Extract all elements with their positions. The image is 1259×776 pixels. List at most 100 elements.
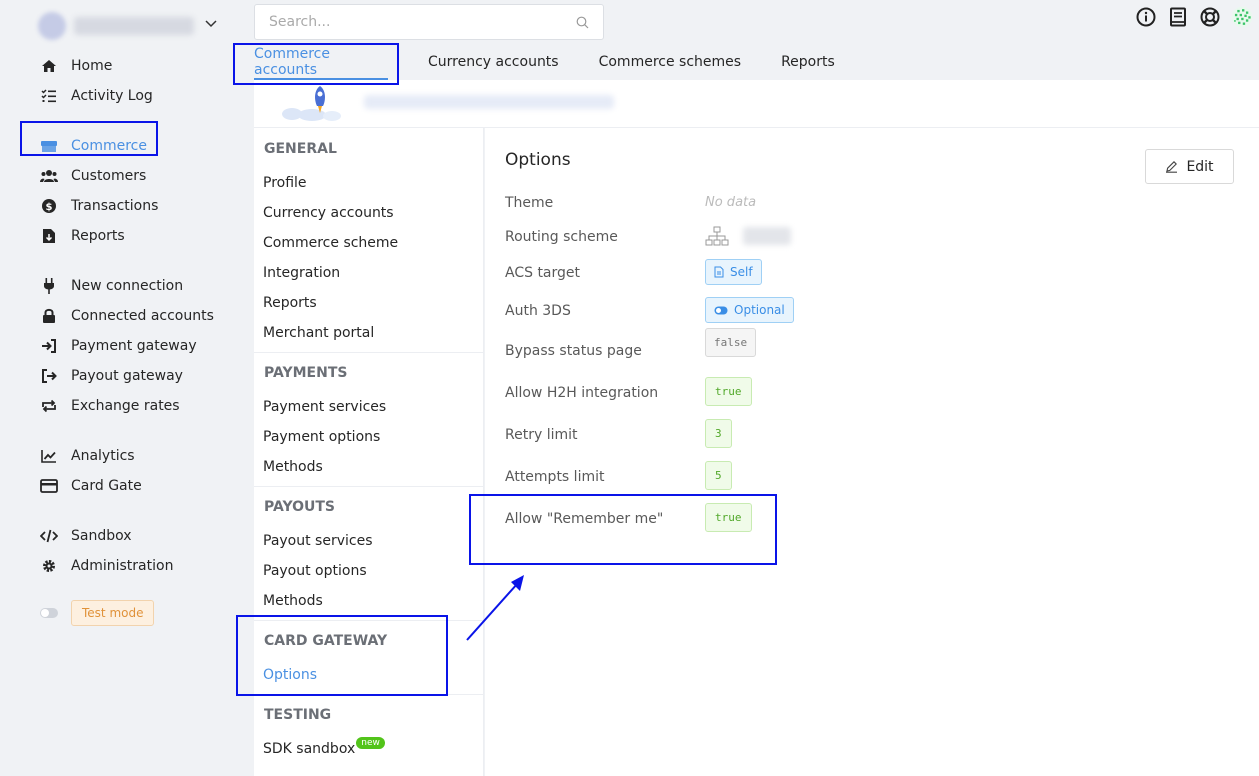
- sidebar-item-label: Payment gateway: [71, 338, 197, 354]
- menu-divider: [254, 486, 484, 487]
- sidebar-item-sandbox[interactable]: Sandbox: [40, 521, 132, 551]
- sidebar-item-activity-log[interactable]: Activity Log: [40, 81, 153, 111]
- sign-out-icon: [40, 367, 58, 385]
- auth-3ds-value: Optional: [734, 303, 785, 317]
- menu-item-currency-accounts[interactable]: Currency accounts: [263, 205, 394, 221]
- dollar-circle-icon: $: [40, 197, 58, 215]
- menu-item-payment-options[interactable]: Payment options: [263, 429, 380, 445]
- menu-item-sdk-sandbox[interactable]: SDK sandbox new: [263, 737, 385, 757]
- sidebar-item-label: Customers: [71, 168, 147, 184]
- sidebar-item-label: New connection: [71, 278, 184, 294]
- svg-text:$: $: [46, 202, 53, 213]
- sidebar-item-connected-accounts[interactable]: Connected accounts: [40, 301, 214, 331]
- option-value-auth-3ds: Optional: [705, 297, 794, 323]
- search-input[interactable]: [269, 14, 576, 30]
- toggle-switch[interactable]: [40, 608, 58, 618]
- info-icon[interactable]: [1135, 6, 1157, 28]
- sidebar-item-home[interactable]: Home: [40, 51, 112, 81]
- sidebar-item-card-gate[interactable]: Card Gate: [40, 471, 142, 501]
- edit-button[interactable]: Edit: [1145, 149, 1234, 184]
- user-avatar-icon[interactable]: [1231, 6, 1253, 28]
- option-label-attempts-limit: Attempts limit: [505, 469, 605, 485]
- option-label-bypass-status-page: Bypass status page: [505, 343, 642, 359]
- sidebar-item-label: Transactions: [71, 198, 159, 214]
- account-name: [74, 17, 194, 35]
- option-label-retry-limit: Retry limit: [505, 427, 578, 443]
- gear-icon: [40, 557, 58, 575]
- tab-reports[interactable]: Reports: [781, 44, 835, 80]
- code-icon: [40, 527, 58, 545]
- rocket-illustration-icon: [282, 86, 341, 121]
- routing-scheme-name-blurred: [743, 227, 792, 245]
- option-value-routing-scheme: [705, 226, 792, 246]
- sidebar-item-transactions[interactable]: $ Transactions: [40, 191, 158, 221]
- toggle-icon: [714, 306, 728, 314]
- account-switcher[interactable]: [18, 6, 220, 46]
- menu-item-profile[interactable]: Profile: [263, 175, 307, 191]
- bypass-status-value: false: [705, 328, 757, 357]
- annotation-box-card-gateway: [236, 615, 448, 696]
- tab-commerce-schemes[interactable]: Commerce schemes: [599, 44, 741, 80]
- sidebar-item-reports[interactable]: Reports: [40, 221, 125, 251]
- option-value-theme: No data: [705, 195, 757, 210]
- menu-section-testing: TESTING: [264, 707, 332, 723]
- list-check-icon: [40, 87, 58, 105]
- menu-section-payouts: PAYOUTS: [264, 499, 336, 515]
- chevron-down-icon: [205, 20, 217, 28]
- sidebar-item-exchange-rates[interactable]: Exchange rates: [40, 391, 180, 421]
- menu-section-general: GENERAL: [264, 141, 337, 157]
- menu-item-label: SDK sandbox: [263, 741, 356, 757]
- plug-icon: [40, 277, 58, 295]
- lock-icon: [40, 307, 58, 325]
- sign-in-icon: [40, 337, 58, 355]
- option-label-auth-3ds: Auth 3DS: [505, 303, 571, 319]
- sidebar-item-analytics[interactable]: Analytics: [40, 441, 135, 471]
- option-value-bypass-status-page: false: [705, 328, 757, 357]
- sidebar-item-payment-gateway[interactable]: Payment gateway: [40, 331, 197, 361]
- option-label-acs-target: ACS target: [505, 265, 581, 281]
- acs-target-value: Self: [730, 265, 753, 279]
- sidebar-item-administration[interactable]: Administration: [40, 551, 173, 581]
- top-toolbar: [1135, 6, 1253, 28]
- account-banner: [254, 80, 1259, 128]
- auth-3ds-tag: Optional: [705, 297, 794, 323]
- sidebar-item-payout-gateway[interactable]: Payout gateway: [40, 361, 183, 391]
- option-label-allow-h2h: Allow H2H integration: [505, 385, 659, 401]
- menu-item-payout-methods[interactable]: Methods: [263, 593, 323, 609]
- sidebar-item-label: Exchange rates: [71, 398, 180, 414]
- lifebuoy-icon[interactable]: [1199, 6, 1221, 28]
- exchange-icon: [40, 397, 58, 415]
- sidebar-item-label: Activity Log: [71, 88, 153, 104]
- menu-item-integration[interactable]: Integration: [263, 265, 340, 281]
- annotation-box-tab: [233, 43, 399, 85]
- menu-item-merchant-portal[interactable]: Merchant portal: [263, 325, 374, 341]
- sidebar-item-label: Card Gate: [71, 478, 142, 494]
- allow-h2h-value: true: [705, 377, 752, 406]
- menu-item-payout-services[interactable]: Payout services: [263, 533, 373, 549]
- sidebar-item-customers[interactable]: Customers: [40, 161, 146, 191]
- sidebar-item-label: Reports: [71, 228, 125, 244]
- attempts-limit-value: 5: [705, 461, 732, 490]
- book-icon[interactable]: [1167, 6, 1189, 28]
- sidebar-item-new-connection[interactable]: New connection: [40, 271, 183, 301]
- menu-item-payout-options[interactable]: Payout options: [263, 563, 367, 579]
- menu-item-payment-services[interactable]: Payment services: [263, 399, 386, 415]
- menu-item-commerce-scheme[interactable]: Commerce scheme: [263, 235, 398, 251]
- pencil-icon: [1166, 161, 1178, 173]
- home-icon: [40, 57, 58, 75]
- sidebar-item-label: Connected accounts: [71, 308, 214, 324]
- test-mode-toggle[interactable]: Test mode: [40, 600, 155, 626]
- sidebar-item-label: Administration: [71, 558, 174, 574]
- chart-line-icon: [40, 447, 58, 465]
- tab-currency-accounts[interactable]: Currency accounts: [428, 44, 559, 80]
- document-icon: [714, 266, 724, 278]
- sidebar-item-label: Payout gateway: [71, 368, 183, 384]
- annotation-arrow-icon: [466, 575, 524, 641]
- menu-item-reports[interactable]: Reports: [263, 295, 317, 311]
- annotation-box-commerce: [20, 121, 158, 156]
- page-title: Options: [505, 150, 571, 170]
- acs-target-tag: Self: [705, 259, 762, 285]
- option-value-attempts-limit: 5: [705, 461, 732, 490]
- sitemap-icon: [705, 226, 729, 246]
- menu-item-payment-methods[interactable]: Methods: [263, 459, 323, 475]
